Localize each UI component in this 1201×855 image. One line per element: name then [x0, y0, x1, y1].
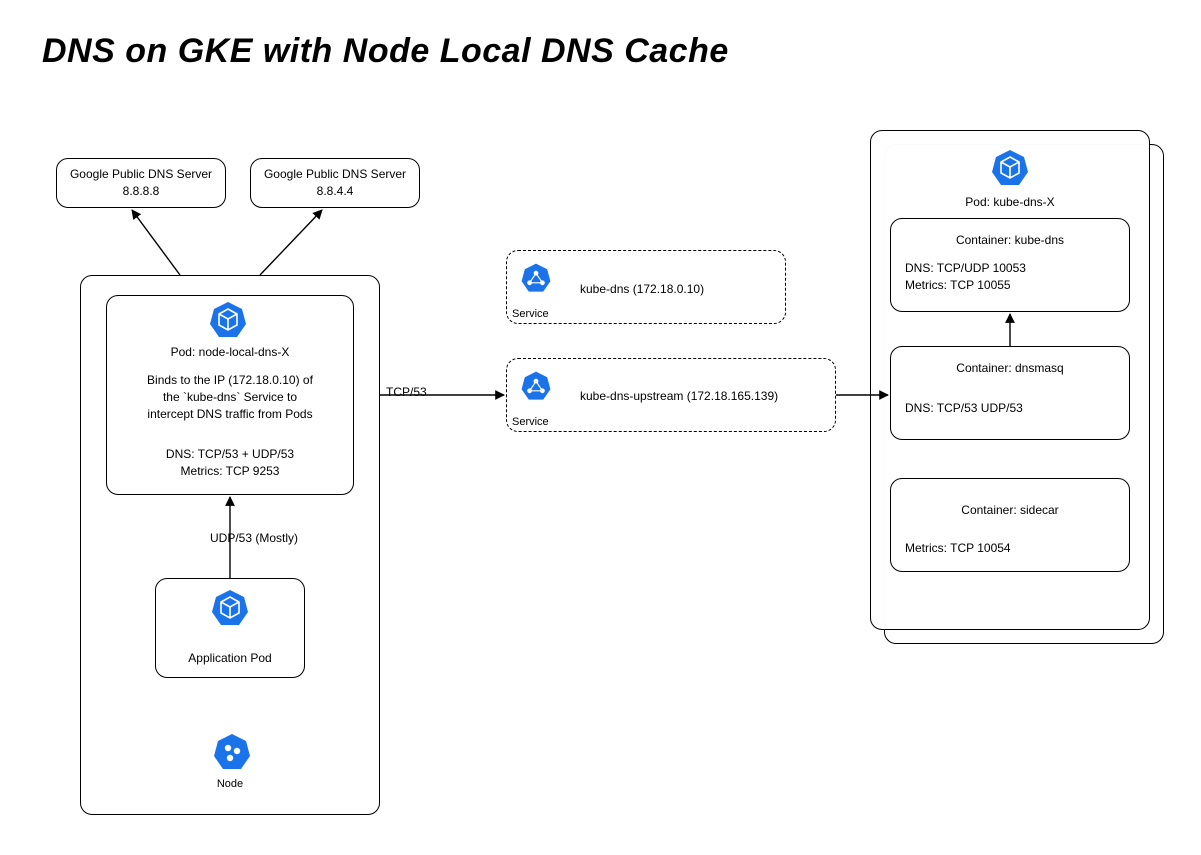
label-node-icon: Node [200, 778, 260, 790]
diagram-canvas: DNS on GKE with Node Local DNS Cache Goo… [0, 0, 1201, 855]
label-container-kube-dns-ports: DNS: TCP/UDP 10053 Metrics: TCP 10055 [905, 260, 1115, 294]
label-container-sidecar-name: Container: sidecar [890, 502, 1130, 519]
label-node-local-pod-name: Pod: node-local-dns-X [106, 344, 354, 361]
service-icon [520, 370, 552, 402]
label-application-pod: Application Pod [155, 650, 305, 667]
node-icon [212, 732, 252, 772]
arrow-local-to-dns-b [260, 210, 322, 275]
label-node-local-pod-desc: Binds to the IP (172.18.0.10) of the `ku… [120, 372, 340, 422]
label-node-local-pod-ports: DNS: TCP/53 + UDP/53 Metrics: TCP 9253 [106, 446, 354, 480]
label-container-kube-dns-name: Container: kube-dns [890, 232, 1130, 249]
label-service-kube-dns-upstream-icon: Service [512, 416, 572, 428]
label-edge-app-to-local: UDP/53 (Mostly) [210, 530, 360, 547]
label-service-kube-dns-icon: Service [512, 308, 572, 320]
label-google-dns-b: Google Public DNS Server 8.8.4.4 [250, 166, 420, 200]
label-service-kube-dns-upstream: kube-dns-upstream (172.18.165.139) [580, 388, 840, 405]
label-edge-local-to-upstream: TCP/53 [386, 384, 466, 401]
label-google-dns-a: Google Public DNS Server 8.8.8.8 [56, 166, 226, 200]
label-service-kube-dns: kube-dns (172.18.0.10) [580, 281, 780, 298]
label-kube-dns-pod-name: Pod: kube-dns-X [870, 194, 1150, 211]
box-container-sidecar [890, 478, 1130, 572]
service-icon [520, 262, 552, 294]
label-container-sidecar-ports: Metrics: TCP 10054 [905, 540, 1115, 557]
page-title: DNS on GKE with Node Local DNS Cache [42, 32, 729, 71]
label-container-dnsmasq-ports: DNS: TCP/53 UDP/53 [905, 400, 1115, 417]
arrow-local-to-dns-a [132, 210, 180, 275]
pod-icon [990, 148, 1030, 188]
pod-icon [210, 588, 250, 628]
label-container-dnsmasq-name: Container: dnsmasq [890, 360, 1130, 377]
pod-icon [208, 300, 248, 340]
